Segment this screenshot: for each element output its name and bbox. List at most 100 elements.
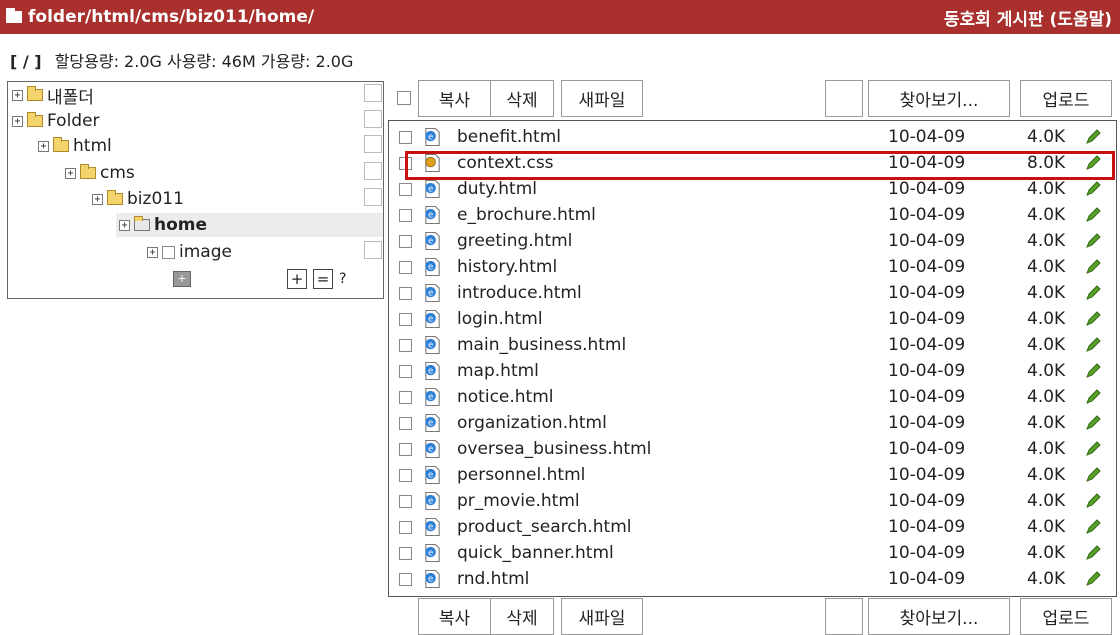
tree-checkbox[interactable]: [364, 241, 382, 259]
expand-icon[interactable]: +: [92, 193, 103, 205]
tree-checkbox[interactable]: [364, 84, 382, 102]
file-row[interactable]: e duty.html 10-04-09 4.0K: [389, 177, 1116, 203]
copy-button[interactable]: 복사: [418, 80, 491, 117]
file-row[interactable]: context.css 10-04-09 8.0K: [389, 151, 1116, 177]
file-name[interactable]: map.html: [457, 361, 539, 381]
tree-checkbox[interactable]: [364, 135, 382, 153]
file-checkbox[interactable]: [399, 261, 412, 274]
help-icon[interactable]: ?: [339, 271, 346, 287]
edit-icon[interactable]: [1083, 283, 1103, 303]
browse-button[interactable]: 찾아보기...: [868, 598, 1010, 635]
select-all-checkbox[interactable]: [397, 91, 411, 105]
file-checkbox[interactable]: [399, 417, 412, 430]
file-name[interactable]: organization.html: [457, 413, 607, 433]
file-name[interactable]: personnel.html: [457, 465, 585, 485]
file-row[interactable]: e rnd.html 10-04-09 4.0K: [389, 567, 1116, 593]
file-name[interactable]: introduce.html: [457, 283, 582, 303]
file-checkbox[interactable]: [399, 469, 412, 482]
file-row[interactable]: e organization.html 10-04-09 4.0K: [389, 411, 1116, 437]
edit-icon[interactable]: [1083, 205, 1103, 225]
edit-icon[interactable]: [1083, 413, 1103, 433]
file-row[interactable]: e login.html 10-04-09 4.0K: [389, 307, 1116, 333]
edit-icon[interactable]: [1083, 517, 1103, 537]
file-name[interactable]: login.html: [457, 309, 543, 329]
file-name[interactable]: oversea_business.html: [457, 439, 651, 459]
tree-item-home[interactable]: + home: [116, 213, 383, 237]
file-checkbox[interactable]: [399, 287, 412, 300]
file-row[interactable]: e benefit.html 10-04-09 4.0K: [389, 125, 1116, 151]
file-row[interactable]: e pr_movie.html 10-04-09 4.0K: [389, 489, 1116, 515]
tree-item-cms[interactable]: + cms: [65, 161, 135, 185]
help-link[interactable]: 동호회 게시판 (도움말): [944, 5, 1112, 30]
root-link[interactable]: [ / ]: [10, 52, 42, 71]
file-row[interactable]: e product_search.html 10-04-09 4.0K: [389, 515, 1116, 541]
expand-icon[interactable]: +: [12, 115, 23, 127]
file-name[interactable]: notice.html: [457, 387, 554, 407]
edit-icon[interactable]: [1083, 231, 1103, 251]
file-name[interactable]: e_brochure.html: [457, 205, 596, 225]
new-file-button[interactable]: 새파일: [561, 80, 643, 117]
edit-icon[interactable]: [1083, 153, 1103, 173]
file-checkbox[interactable]: [399, 495, 412, 508]
file-path-field[interactable]: [825, 598, 863, 635]
file-row[interactable]: e introduce.html 10-04-09 4.0K: [389, 281, 1116, 307]
file-name[interactable]: greeting.html: [457, 231, 572, 251]
edit-icon[interactable]: [1083, 543, 1103, 563]
tree-item-biz011[interactable]: + biz011: [92, 187, 184, 211]
file-row[interactable]: e map.html 10-04-09 4.0K: [389, 359, 1116, 385]
edit-icon[interactable]: [1083, 361, 1103, 381]
upload-button[interactable]: 업로드: [1020, 80, 1112, 117]
file-row[interactable]: e greeting.html 10-04-09 4.0K: [389, 229, 1116, 255]
file-row[interactable]: e quick_banner.html 10-04-09 4.0K: [389, 541, 1116, 567]
upload-button[interactable]: 업로드: [1020, 598, 1112, 635]
expand-icon[interactable]: +: [119, 219, 130, 231]
file-name[interactable]: quick_banner.html: [457, 543, 614, 563]
file-checkbox[interactable]: [399, 235, 412, 248]
copy-button[interactable]: 복사: [418, 598, 491, 635]
file-row[interactable]: e e_brochure.html 10-04-09 4.0K: [389, 203, 1116, 229]
file-checkbox[interactable]: [399, 131, 412, 144]
tree-checkbox[interactable]: [364, 110, 382, 128]
file-path-field[interactable]: [825, 80, 863, 117]
file-row[interactable]: e history.html 10-04-09 4.0K: [389, 255, 1116, 281]
file-checkbox[interactable]: [399, 443, 412, 456]
file-checkbox[interactable]: [399, 209, 412, 222]
file-name[interactable]: pr_movie.html: [457, 491, 580, 511]
file-row[interactable]: e oversea_business.html 10-04-09 4.0K: [389, 437, 1116, 463]
edit-icon[interactable]: [1083, 491, 1103, 511]
edit-icon[interactable]: [1083, 439, 1103, 459]
edit-icon[interactable]: [1083, 257, 1103, 277]
file-row[interactable]: e personnel.html 10-04-09 4.0K: [389, 463, 1116, 489]
file-row[interactable]: e main_business.html 10-04-09 4.0K: [389, 333, 1116, 359]
file-checkbox[interactable]: [399, 183, 412, 196]
file-name[interactable]: product_search.html: [457, 517, 631, 537]
expand-icon[interactable]: +: [147, 246, 158, 258]
expand-icon[interactable]: +: [12, 89, 23, 101]
file-name[interactable]: main_business.html: [457, 335, 626, 355]
edit-icon[interactable]: [1083, 387, 1103, 407]
file-checkbox[interactable]: [399, 573, 412, 586]
file-checkbox[interactable]: [399, 521, 412, 534]
file-name[interactable]: benefit.html: [457, 127, 561, 147]
edit-icon[interactable]: [1083, 335, 1103, 355]
edit-icon[interactable]: [1083, 309, 1103, 329]
file-checkbox[interactable]: [399, 313, 412, 326]
browse-button[interactable]: 찾아보기...: [868, 80, 1010, 117]
file-checkbox[interactable]: [399, 547, 412, 560]
file-name[interactable]: history.html: [457, 257, 557, 277]
file-checkbox[interactable]: [399, 157, 412, 170]
edit-icon[interactable]: [1083, 569, 1103, 589]
file-name[interactable]: duty.html: [457, 179, 537, 199]
new-file-button[interactable]: 새파일: [561, 598, 643, 635]
delete-button[interactable]: 삭제: [490, 598, 554, 635]
edit-icon[interactable]: [1083, 179, 1103, 199]
tree-item-html[interactable]: + html: [38, 134, 112, 158]
expand-icon[interactable]: +: [38, 140, 49, 152]
file-checkbox[interactable]: [399, 391, 412, 404]
file-checkbox[interactable]: [399, 339, 412, 352]
new-folder-icon[interactable]: +: [173, 271, 191, 287]
file-checkbox[interactable]: [399, 365, 412, 378]
tree-checkbox[interactable]: [364, 162, 382, 180]
tree-item-image[interactable]: + image: [147, 240, 232, 264]
file-row[interactable]: e notice.html 10-04-09 4.0K: [389, 385, 1116, 411]
